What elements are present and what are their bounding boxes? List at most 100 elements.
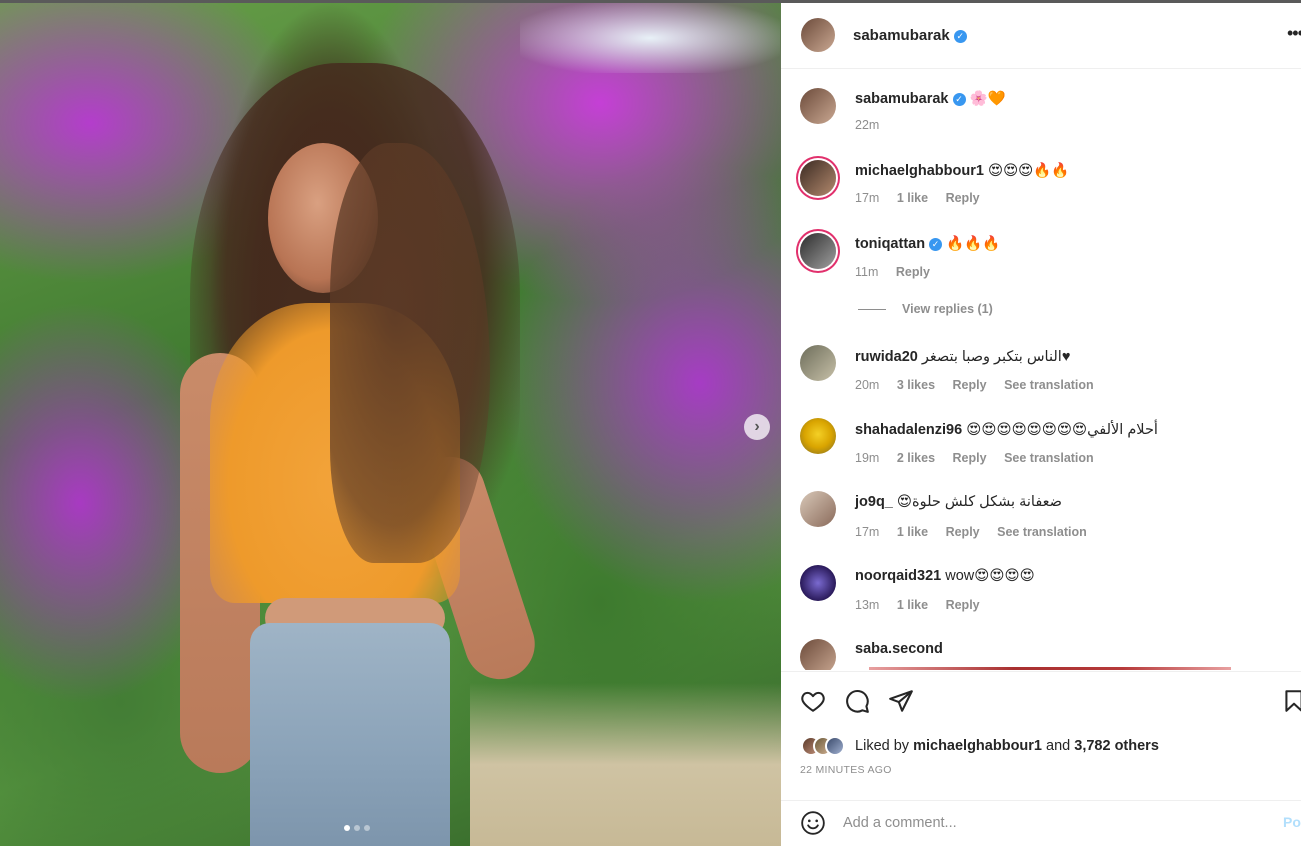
author-username-row[interactable]: sabamubarak ✓ bbox=[853, 27, 967, 44]
carousel-next-button[interactable]: › bbox=[744, 414, 770, 440]
reply-button[interactable]: Reply bbox=[896, 265, 930, 279]
photo-jeans bbox=[250, 623, 450, 846]
carousel-dot bbox=[354, 825, 360, 831]
more-options-icon[interactable]: ••• bbox=[1287, 23, 1301, 44]
comment-line: noorqaid321 wow😍😍😍😍 bbox=[855, 568, 1035, 584]
reply-button[interactable]: Reply bbox=[946, 191, 980, 205]
post-side-panel: sabamubarak✓ ••• sabamubarak✓ 🌸🧡 22m mic… bbox=[781, 3, 1301, 846]
comment-meta: 11m Reply bbox=[855, 265, 944, 279]
comment-likes[interactable]: 3 likes bbox=[897, 378, 935, 392]
post-photo[interactable]: › bbox=[0, 3, 781, 846]
comment-meta: 19m 2 likes Reply See translation bbox=[855, 451, 1108, 465]
comment-line: toniqattan ✓ 🔥🔥🔥 bbox=[855, 235, 1000, 252]
carousel-dot bbox=[364, 825, 370, 831]
comment-line: ruwida20 الناس بتكبر وصبا بتصغر♥ bbox=[855, 349, 1070, 365]
caption-text: 🌸🧡 bbox=[969, 91, 1006, 107]
chevron-right-icon: › bbox=[754, 418, 760, 435]
comment-line: shahadalenzi96 😍😍😍😍😍😍😍😍أحلام الألفي bbox=[855, 422, 1158, 438]
comment-meta: 17m 1 like Reply See translation bbox=[855, 525, 1101, 539]
comment-time[interactable]: 17m bbox=[855, 191, 879, 205]
bookmark-icon[interactable] bbox=[1281, 688, 1301, 714]
commenter-avatar[interactable] bbox=[800, 491, 836, 527]
comment-line: saba.second bbox=[855, 641, 943, 657]
comment-username[interactable]: michaelghabbour1 bbox=[855, 163, 984, 179]
photo-wall bbox=[470, 683, 781, 846]
comment-text: الناس بتكبر وصبا بتصغر♥ bbox=[921, 349, 1071, 365]
comment-text: 🔥🔥🔥 bbox=[946, 236, 1001, 252]
comment-line: michaelghabbour1 😍😍😍🔥🔥 bbox=[855, 162, 1069, 179]
liker-avatar bbox=[825, 736, 845, 756]
see-translation-button[interactable]: See translation bbox=[1004, 451, 1094, 465]
comment-time[interactable]: 20m bbox=[855, 378, 879, 392]
paper-plane-icon[interactable] bbox=[888, 688, 914, 714]
add-comment-bar: Post bbox=[781, 800, 1301, 846]
post-timestamp[interactable]: 22 MINUTES AGO bbox=[800, 764, 892, 776]
author-username[interactable]: sabamubarak bbox=[853, 27, 950, 44]
carousel-indicator bbox=[344, 825, 370, 831]
reply-button[interactable]: Reply bbox=[953, 378, 987, 392]
see-translation-button[interactable]: See translation bbox=[1004, 378, 1094, 392]
heart-icon[interactable] bbox=[800, 688, 826, 714]
comment-likes[interactable]: 1 like bbox=[897, 525, 928, 539]
comment-username[interactable]: toniqattan bbox=[855, 236, 925, 252]
photo-sky bbox=[520, 3, 780, 73]
comment-time[interactable]: 19m bbox=[855, 451, 879, 465]
comment-meta: 20m 3 likes Reply See translation bbox=[855, 378, 1108, 392]
comment-username[interactable]: saba.second bbox=[855, 641, 943, 657]
view-replies-button[interactable]: View replies (1) bbox=[858, 302, 993, 316]
author-avatar[interactable] bbox=[801, 18, 835, 52]
verified-badge-icon: ✓ bbox=[953, 29, 967, 43]
see-translation-button[interactable]: See translation bbox=[997, 525, 1087, 539]
likes-and: and bbox=[1046, 737, 1071, 754]
view-replies-label[interactable]: View replies (1) bbox=[902, 302, 993, 316]
comment-text: wow😍😍😍😍 bbox=[945, 568, 1035, 584]
comment-likes[interactable]: 1 like bbox=[897, 598, 928, 612]
post-comment-button[interactable]: Post bbox=[1283, 814, 1301, 830]
reply-button[interactable]: Reply bbox=[953, 451, 987, 465]
comments-list[interactable]: sabamubarak ✓ 🌸🧡 22m michaelghabbour1 😍😍😍… bbox=[781, 70, 1301, 670]
commenter-avatar[interactable] bbox=[800, 233, 836, 269]
post-header: sabamubarak✓ ••• bbox=[781, 3, 1301, 69]
commenter-avatar[interactable] bbox=[800, 345, 836, 381]
comment-username[interactable]: shahadalenzi96 bbox=[855, 422, 962, 438]
comment-meta: 13m 1 like Reply bbox=[855, 598, 994, 612]
comment-username[interactable]: ruwida20 bbox=[855, 349, 918, 365]
commenter-avatar[interactable] bbox=[800, 418, 836, 454]
comment-time[interactable]: 11m bbox=[855, 265, 878, 279]
caption-meta: 22m bbox=[855, 118, 893, 132]
comment-username[interactable]: noorqaid321 bbox=[855, 568, 941, 584]
likes-prefix: Liked by bbox=[855, 737, 910, 754]
caption-line: sabamubarak ✓ 🌸🧡 bbox=[855, 90, 1006, 107]
comment-username[interactable]: jo9q_ bbox=[855, 494, 893, 510]
comment-time[interactable]: 17m bbox=[855, 525, 879, 539]
comment-text: 😍ضعفانة بشكل كلش حلوة bbox=[896, 494, 1062, 510]
smiley-icon[interactable] bbox=[800, 810, 826, 836]
reply-button[interactable]: Reply bbox=[946, 598, 980, 612]
verified-badge-icon: ✓ bbox=[952, 92, 966, 106]
reply-button[interactable]: Reply bbox=[946, 525, 980, 539]
post-actions: Liked by michaelghabbour1 and 3,782 othe… bbox=[781, 671, 1301, 801]
author-avatar[interactable] bbox=[800, 88, 836, 124]
caption-username[interactable]: sabamubarak bbox=[855, 91, 949, 107]
liker-avatars bbox=[801, 736, 851, 756]
comment-likes[interactable]: 1 like bbox=[897, 191, 928, 205]
comment-bubble-icon[interactable] bbox=[844, 688, 870, 714]
verified-badge-icon: ✓ bbox=[929, 237, 943, 251]
add-comment-input[interactable] bbox=[843, 812, 1263, 834]
likes-user[interactable]: michaelghabbour1 bbox=[913, 738, 1042, 754]
comment-text: 😍😍😍🔥🔥 bbox=[987, 163, 1070, 179]
comment-meta: 17m 1 like Reply bbox=[855, 191, 994, 205]
likes-others[interactable]: 3,782 others bbox=[1074, 738, 1159, 754]
commenter-avatar[interactable] bbox=[800, 639, 836, 670]
comment-text: 😍😍😍😍😍😍😍😍أحلام الألفي bbox=[966, 422, 1158, 438]
caption-time[interactable]: 22m bbox=[855, 118, 879, 132]
commenter-avatar[interactable] bbox=[800, 160, 836, 196]
comment-time[interactable]: 13m bbox=[855, 598, 879, 612]
likes-summary[interactable]: Liked by michaelghabbour1 and 3,782 othe… bbox=[801, 736, 1159, 756]
view-replies-line bbox=[858, 309, 886, 311]
comment-line: jo9q_ 😍ضعفانة بشكل كلش حلوة bbox=[855, 494, 1062, 510]
carousel-dot bbox=[344, 825, 350, 831]
comment-media-preview bbox=[869, 667, 1231, 670]
comment-likes[interactable]: 2 likes bbox=[897, 451, 935, 465]
commenter-avatar[interactable] bbox=[800, 565, 836, 601]
